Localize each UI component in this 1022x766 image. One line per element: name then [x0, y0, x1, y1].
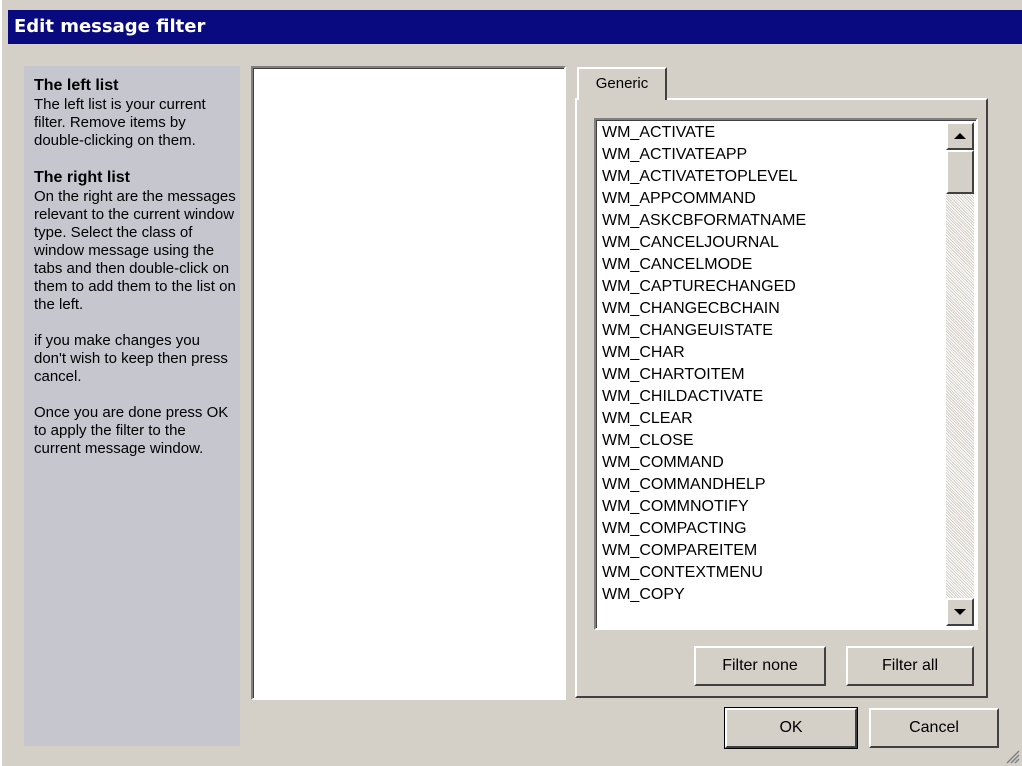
- message-list-scrollbar[interactable]: [946, 122, 974, 626]
- help-cancel-text: if you make changes you don't wish to ke…: [34, 332, 228, 385]
- help-right-text: On the right are the messages relevant t…: [34, 188, 236, 313]
- message-list-item[interactable]: WM_ACTIVATEAPP: [602, 144, 950, 166]
- message-list-item[interactable]: WM_COPY: [602, 584, 950, 606]
- help-left-text: The left list is your current filter. Re…: [34, 96, 206, 149]
- message-list-item[interactable]: WM_ACTIVATE: [602, 122, 950, 144]
- help-left-heading: The left list: [34, 77, 119, 94]
- filter-none-button[interactable]: Filter none: [694, 646, 826, 686]
- message-list-item[interactable]: WM_COMPAREITEM: [602, 540, 950, 562]
- message-list-item[interactable]: WM_CHANGECBCHAIN: [602, 298, 950, 320]
- message-list-item[interactable]: WM_COMMNOTIFY: [602, 496, 950, 518]
- message-list-item[interactable]: WM_CHILDACTIVATE: [602, 386, 950, 408]
- message-list-item[interactable]: WM_ACTIVATETOPLEVEL: [602, 166, 950, 188]
- filter-all-button[interactable]: Filter all: [846, 646, 974, 686]
- message-list-item[interactable]: WM_CANCELMODE: [602, 254, 950, 276]
- window-title-bar[interactable]: Edit message filter: [8, 10, 1022, 44]
- message-list-item[interactable]: WM_COMMAND: [602, 452, 950, 474]
- message-list-item[interactable]: WM_ASKCBFORMATNAME: [602, 210, 950, 232]
- message-list-item[interactable]: WM_COMPACTING: [602, 518, 950, 540]
- message-list-item[interactable]: WM_CHANGEUISTATE: [602, 320, 950, 342]
- message-list-item[interactable]: WM_CLEAR: [602, 408, 950, 430]
- help-right-heading: The right list: [34, 169, 130, 186]
- tab-generic-label: Generic: [595, 75, 649, 92]
- window-border: [0, 0, 2, 766]
- window-title: Edit message filter: [14, 16, 206, 37]
- message-list[interactable]: WM_ACTIVATE WM_ACTIVATEAPP WM_ACTIVATETOPL…: [594, 118, 978, 630]
- scroll-thumb[interactable]: [946, 150, 974, 194]
- message-list-item[interactable]: WM_CLOSE: [602, 430, 950, 452]
- tab-generic[interactable]: Generic: [577, 67, 667, 100]
- arrow-down-icon: [954, 609, 966, 615]
- message-list-item[interactable]: WM_APPCOMMAND: [602, 188, 950, 210]
- message-list-item[interactable]: WM_CAPTURECHANGED: [602, 276, 950, 298]
- scroll-up-button[interactable]: [946, 122, 974, 150]
- message-list-item[interactable]: WM_CHAR: [602, 342, 950, 364]
- help-panel: The left list The left list is your curr…: [24, 66, 240, 746]
- help-ok-text: Once you are done press OK to apply the …: [34, 404, 229, 457]
- message-list-item[interactable]: WM_COMMANDHELP: [602, 474, 950, 496]
- ok-button[interactable]: OK: [724, 707, 858, 749]
- arrow-up-icon: [954, 133, 966, 139]
- current-filter-list[interactable]: [251, 66, 566, 700]
- resize-grip-icon[interactable]: [1004, 748, 1020, 764]
- message-list-item[interactable]: WM_CONTEXTMENU: [602, 562, 950, 584]
- cancel-button[interactable]: Cancel: [869, 708, 999, 748]
- scroll-down-button[interactable]: [946, 598, 974, 626]
- message-list-item[interactable]: WM_CANCELJOURNAL: [602, 232, 950, 254]
- message-list-item[interactable]: WM_CHARTOITEM: [602, 364, 950, 386]
- message-list-items: WM_ACTIVATE WM_ACTIVATEAPP WM_ACTIVATETOPL…: [598, 122, 950, 606]
